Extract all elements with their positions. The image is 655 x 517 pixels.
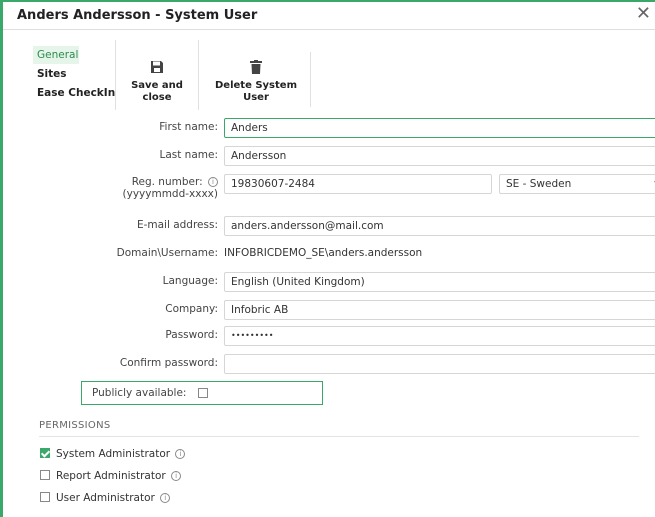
dialog-titlebar: Anders Andersson - System User ✕ — [3, 2, 655, 30]
last-name-row: Last name: Andersson — [33, 146, 655, 166]
language-row: Language: English (United Kingdom) ▼ — [33, 272, 655, 292]
language-label: Language: — [162, 275, 218, 287]
company-row: Company: Infobric AB — [33, 300, 655, 320]
publicly-available-label: Publicly available: — [92, 387, 187, 399]
country-select[interactable]: SE - Sweden ▼ — [499, 174, 655, 194]
info-icon[interactable]: i — [175, 449, 186, 459]
confirm-password-field[interactable] — [224, 354, 655, 374]
delete-label-line1: Delete System — [215, 80, 297, 91]
confirm-password-row: Confirm password: — [33, 354, 655, 374]
publicly-available-group: Publicly available: — [81, 381, 323, 405]
save-and-close-button[interactable]: Save and close — [131, 60, 183, 104]
domain-username-label: Domain\Username: — [116, 247, 218, 259]
reg-number-format-hint: (yyyymmdd-xxxx) — [122, 188, 218, 200]
permission-user-administrator[interactable]: User Administrator i — [40, 492, 171, 504]
nav-item-general[interactable]: General — [33, 46, 79, 64]
side-nav: General Sites Ease CheckIn — [33, 46, 115, 103]
language-select-value: English (United Kingdom) — [231, 276, 365, 288]
password-label: Password: — [165, 329, 218, 341]
system-administrator-checkbox[interactable] — [40, 448, 50, 458]
save-label-line2: close — [142, 92, 172, 103]
last-name-label: Last name: — [159, 149, 218, 161]
domain-row: Domain\Username: INFOBRICDEMO_SE\anders.… — [33, 244, 643, 264]
first-name-field[interactable]: Anders — [224, 118, 655, 138]
password-row: Password: ••••••••• — [33, 326, 655, 346]
language-select[interactable]: English (United Kingdom) ▼ — [224, 272, 655, 292]
dialog-title: Anders Andersson - System User — [17, 8, 258, 23]
company-label: Company: — [165, 303, 218, 315]
report-administrator-label: Report Administrator — [56, 470, 166, 482]
permission-report-administrator[interactable]: Report Administrator i — [40, 470, 182, 482]
delete-system-user-button[interactable]: Delete System User — [215, 60, 297, 104]
domain-username-value: INFOBRICDEMO_SE\anders.andersson — [224, 247, 423, 259]
reg-number-label-group: Reg. number: i (yyyymmdd-xxxx) — [123, 176, 218, 200]
toolbar-divider — [310, 52, 311, 107]
trash-icon — [250, 60, 262, 74]
confirm-password-label: Confirm password: — [119, 357, 218, 369]
user-administrator-label: User Administrator — [56, 492, 155, 504]
publicly-available-checkbox[interactable] — [198, 388, 208, 398]
reg-number-row: Reg. number: i (yyyymmdd-xxxx) 19830607-… — [33, 174, 655, 206]
info-icon[interactable]: i — [208, 177, 218, 187]
user-administrator-checkbox[interactable] — [40, 492, 50, 502]
info-icon[interactable]: i — [160, 493, 171, 503]
password-field[interactable]: ••••••••• — [224, 326, 655, 346]
company-field[interactable]: Infobric AB — [224, 300, 655, 320]
email-field[interactable]: anders.andersson@mail.com — [224, 216, 655, 236]
toolbar-divider — [115, 40, 116, 110]
permission-system-administrator[interactable]: System Administrator i — [40, 448, 186, 460]
nav-item-sites[interactable]: Sites — [33, 65, 103, 83]
save-label-line1: Save and — [131, 80, 183, 91]
permissions-header: PERMISSIONS — [39, 420, 639, 437]
last-name-field[interactable]: Andersson — [224, 146, 655, 166]
close-icon[interactable]: ✕ — [636, 4, 651, 24]
system-user-dialog: Anders Andersson - System User ✕ General… — [0, 0, 655, 517]
system-administrator-label: System Administrator — [56, 448, 171, 460]
nav-item-ease-checkin[interactable]: Ease CheckIn — [33, 84, 115, 102]
report-administrator-checkbox[interactable] — [40, 470, 50, 480]
delete-label-line2: User — [243, 92, 269, 103]
email-label: E-mail address: — [136, 219, 218, 231]
email-row: E-mail address: anders.andersson@mail.co… — [33, 216, 655, 236]
toolbar-divider — [198, 40, 199, 110]
reg-number-field[interactable]: 19830607-2484 — [224, 174, 492, 194]
first-name-row: First name: Anders — [33, 118, 655, 138]
info-icon[interactable]: i — [171, 471, 182, 481]
reg-number-label: Reg. number: — [131, 176, 203, 188]
country-select-value: SE - Sweden — [506, 178, 572, 190]
first-name-label: First name: — [159, 121, 218, 133]
floppy-disk-icon — [151, 61, 163, 73]
